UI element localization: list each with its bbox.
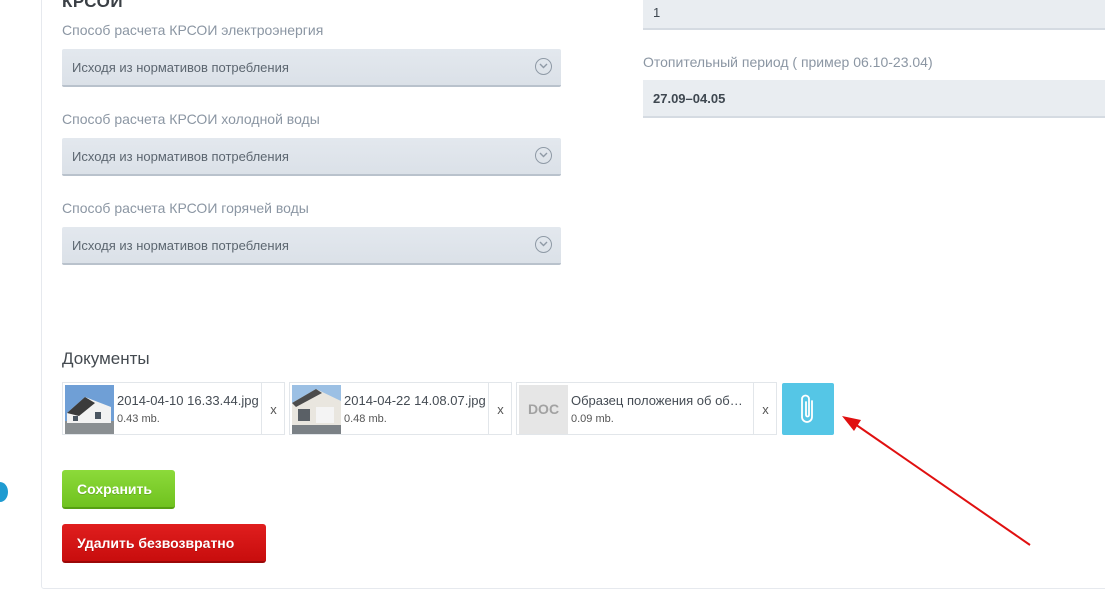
heating-period-input[interactable]: 27.09–04.05 — [643, 80, 1105, 118]
remove-file-button[interactable]: x — [488, 383, 512, 434]
hot-water-method-select[interactable]: Исходя из нормативов потребления — [62, 227, 561, 265]
cold-water-method-value: Исходя из нормативов потребления — [72, 149, 289, 164]
electricity-method-value: Исходя из нормативов потребления — [72, 60, 289, 75]
file-name: Образец положения об об… — [571, 393, 743, 408]
hot-water-method-value: Исходя из нормативов потребления — [72, 238, 289, 253]
top-number-input[interactable]: 1 — [643, 0, 1105, 30]
section-title: КРСОИ — [62, 0, 124, 11]
delete-permanently-button[interactable]: Удалить безвозвратно — [62, 524, 266, 563]
file-name: 2014-04-22 14.08.07.jpg — [344, 393, 486, 408]
cold-water-method-select[interactable]: Исходя из нормативов потребления — [62, 138, 561, 176]
save-button[interactable]: Сохранить — [62, 470, 175, 509]
remove-file-button[interactable]: x — [261, 383, 285, 434]
documents-title: Документы — [62, 349, 150, 368]
image-thumbnail — [292, 385, 341, 434]
doc-file-icon: DOC — [519, 385, 568, 434]
file-item[interactable]: DOC Образец положения об об… 0.09 mb. x — [516, 382, 777, 435]
file-item[interactable]: 2014-04-22 14.08.07.jpg 0.48 mb. x — [289, 382, 512, 435]
file-name: 2014-04-10 16.33.44.jpg — [117, 393, 259, 408]
image-thumbnail — [65, 385, 114, 434]
help-icon[interactable] — [0, 482, 8, 502]
electricity-method-label: Способ расчета КРСОИ электроэнергия — [62, 22, 324, 38]
hot-water-method-label: Способ расчета КРСОИ горячей воды — [62, 200, 309, 216]
chevron-down-icon — [535, 147, 552, 164]
remove-file-button[interactable]: x — [753, 383, 777, 434]
attach-file-button[interactable] — [782, 383, 834, 435]
file-size: 0.48 mb. — [344, 413, 387, 425]
electricity-method-select[interactable]: Исходя из нормативов потребления — [62, 49, 561, 87]
chevron-down-icon — [535, 58, 552, 75]
file-size: 0.09 mb. — [571, 413, 614, 425]
file-item[interactable]: 2014-04-10 16.33.44.jpg 0.43 mb. x — [62, 382, 285, 435]
chevron-down-icon — [535, 236, 552, 253]
cold-water-method-label: Способ расчета КРСОИ холодной воды — [62, 111, 320, 127]
file-size: 0.43 mb. — [117, 413, 160, 425]
heating-period-label: Отопительный период ( пример 06.10-23.04… — [643, 54, 933, 70]
